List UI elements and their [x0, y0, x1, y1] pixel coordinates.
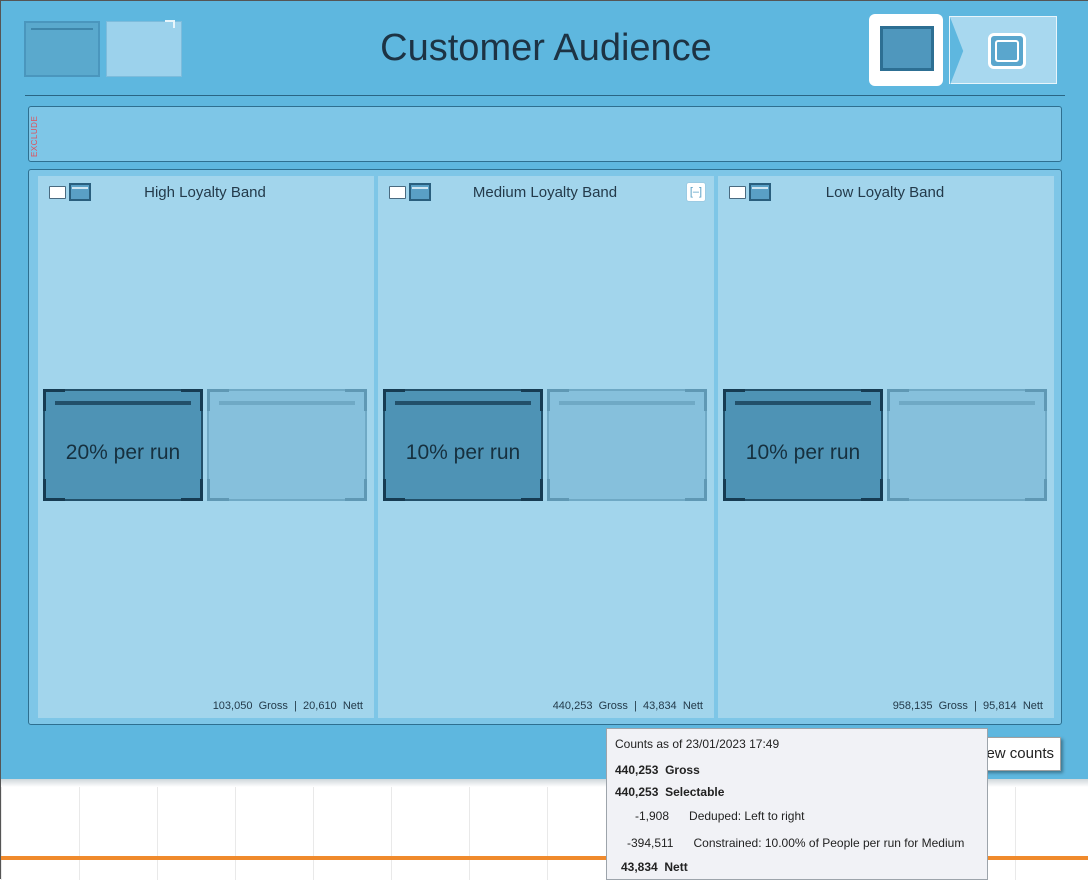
tooltip-deduped-row: -1,908 Deduped: Left to right [635, 809, 805, 823]
tooltip-nett-row: 43,834 Nett [621, 860, 688, 874]
page-title: Customer Audience [380, 27, 712, 69]
exclude-drop-zone[interactable] [28, 106, 1062, 162]
exclude-label: EXCLUDE [30, 115, 39, 157]
tooltip-heading: Counts as of 23/01/2023 17:49 [615, 737, 780, 751]
segment-unselected[interactable] [887, 389, 1047, 501]
segment-selected[interactable]: 20% per run [43, 389, 203, 501]
segment-unselected[interactable] [207, 389, 367, 501]
segment-unselected[interactable] [547, 389, 707, 501]
band-title: Medium Loyalty Band [472, 184, 618, 201]
segment-label: 10% per run [405, 441, 521, 464]
band-counts: 103,050 Gross | 20,610 Nett [212, 700, 363, 712]
tooltip-constrained-row: -394,511 Constrained: 10.00% of People p… [627, 836, 965, 850]
page-and-block-icon[interactable] [389, 182, 433, 202]
counts-tooltip: Counts as of 23/01/2023 17:49 440,253 Gr… [606, 728, 988, 880]
header-divider [25, 95, 1065, 96]
rounded-box-view-icon[interactable] [949, 16, 1057, 85]
band-title: Low Loyalty Band [825, 184, 945, 201]
segment-label: 20% per run [65, 441, 181, 464]
band-title: High Loyalty Band [144, 184, 266, 201]
band-counts: 440,253 Gross | 43,834 Nett [552, 700, 703, 712]
collapse-brackets-icon[interactable]: [–] [686, 182, 706, 202]
single-box-view-icon[interactable] [869, 14, 943, 86]
page-and-block-icon[interactable] [49, 182, 93, 202]
header-thumbnail-light[interactable] [106, 20, 182, 77]
tooltip-selectable-row: 440,253 Selectable [615, 785, 725, 799]
segment-selected[interactable]: 10% per run [723, 389, 883, 501]
segment-selected[interactable]: 10% per run [383, 389, 543, 501]
tooltip-gross-row: 440,253 Gross [615, 763, 700, 777]
band-counts: 958,135 Gross | 95,814 Nett [892, 700, 1043, 712]
segment-label: 10% per run [745, 441, 861, 464]
header-thumbnail-selected[interactable] [24, 21, 100, 77]
page-and-block-icon[interactable] [729, 182, 773, 202]
